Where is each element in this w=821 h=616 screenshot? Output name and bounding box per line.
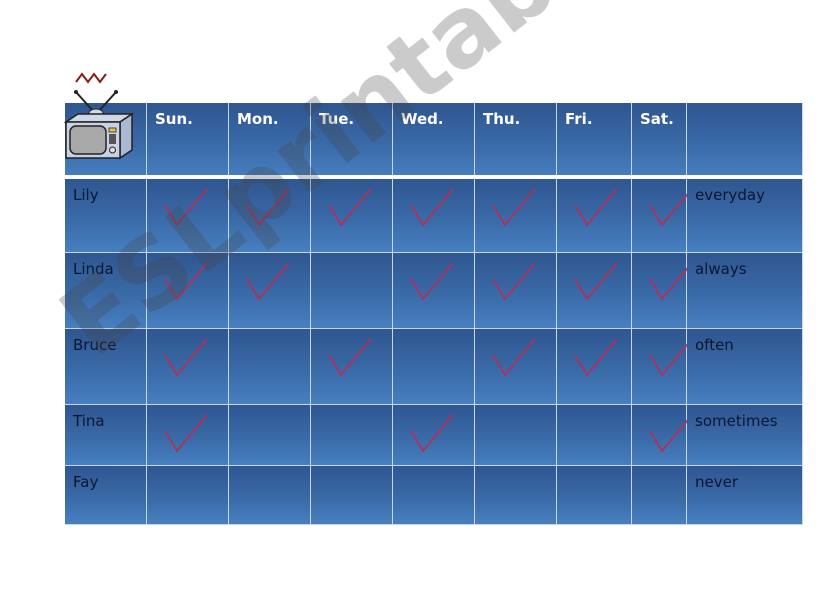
student-name: Linda: [65, 253, 147, 329]
day-cell: [311, 179, 393, 253]
tv-icon: [64, 72, 135, 160]
day-cell: [557, 466, 632, 525]
day-cell: [632, 329, 693, 405]
day-cell: [147, 405, 229, 466]
frequency-label: always: [687, 253, 803, 329]
check-mark-icon: [574, 188, 618, 227]
day-cell: [393, 253, 475, 329]
student-name: Bruce: [65, 329, 147, 405]
check-mark-icon: [164, 188, 208, 227]
check-mark-icon: [164, 262, 208, 301]
check-mark-icon: [492, 262, 536, 301]
check-mark-icon: [410, 414, 454, 453]
day-cell: [147, 329, 229, 405]
day-cell: [229, 179, 311, 253]
day-cell: [229, 466, 311, 525]
day-cell: [557, 329, 632, 405]
check-mark-icon: [492, 338, 536, 377]
frequency-label: everyday: [687, 179, 803, 253]
day-cell: [475, 253, 557, 329]
day-cell: [475, 405, 557, 466]
day-cell: [557, 253, 632, 329]
day-header: Thu.: [475, 103, 557, 179]
check-mark-icon: [574, 338, 618, 377]
day-header: Tue.: [311, 103, 393, 179]
day-cell: [311, 329, 393, 405]
day-cell: [475, 466, 557, 525]
day-header: Sat.: [632, 103, 687, 179]
header-separator: [65, 175, 803, 179]
check-mark-icon: [574, 262, 618, 301]
check-mark-icon: [328, 338, 372, 377]
check-mark-icon: [246, 262, 290, 301]
day-cell: [229, 329, 311, 405]
day-cell: [393, 466, 475, 525]
tv-schedule-table: Sun. Mon. Tue. Wed. Thu. Fri. Sat. Lily everyday…: [65, 103, 803, 525]
student-name: Fay: [65, 466, 147, 525]
day-header: Fri.: [557, 103, 632, 179]
day-cell: [229, 253, 311, 329]
check-mark-icon: [492, 188, 536, 227]
day-header: Wed.: [393, 103, 475, 179]
day-cell: [393, 405, 475, 466]
day-cell: [147, 179, 229, 253]
frequency-label: often: [687, 329, 803, 405]
day-cell: [311, 466, 393, 525]
day-cell: [632, 179, 693, 253]
day-header: Sun.: [147, 103, 229, 179]
day-cell: [632, 253, 693, 329]
check-mark-icon: [164, 414, 208, 453]
frequency-label: sometimes: [687, 405, 803, 466]
student-name: Lily: [65, 179, 147, 253]
day-cell: [311, 405, 393, 466]
check-mark-icon: [328, 188, 372, 227]
check-mark-icon: [410, 188, 454, 227]
day-cell: [475, 179, 557, 253]
day-cell: [229, 405, 311, 466]
day-cell: [393, 179, 475, 253]
day-cell: [475, 329, 557, 405]
day-cell: [632, 405, 693, 466]
day-header: Mon.: [229, 103, 311, 179]
student-name: Tina: [65, 405, 147, 466]
day-cell: [632, 466, 687, 525]
day-cell: [557, 405, 632, 466]
day-cell: [311, 253, 393, 329]
frequency-label: never: [687, 466, 803, 525]
day-cell: [147, 253, 229, 329]
day-cell: [557, 179, 632, 253]
check-mark-icon: [246, 188, 290, 227]
day-cell: [147, 466, 229, 525]
check-mark-icon: [164, 338, 208, 377]
day-cell: [393, 329, 475, 405]
header-frequency-cell: [687, 103, 803, 179]
check-mark-icon: [410, 262, 454, 301]
